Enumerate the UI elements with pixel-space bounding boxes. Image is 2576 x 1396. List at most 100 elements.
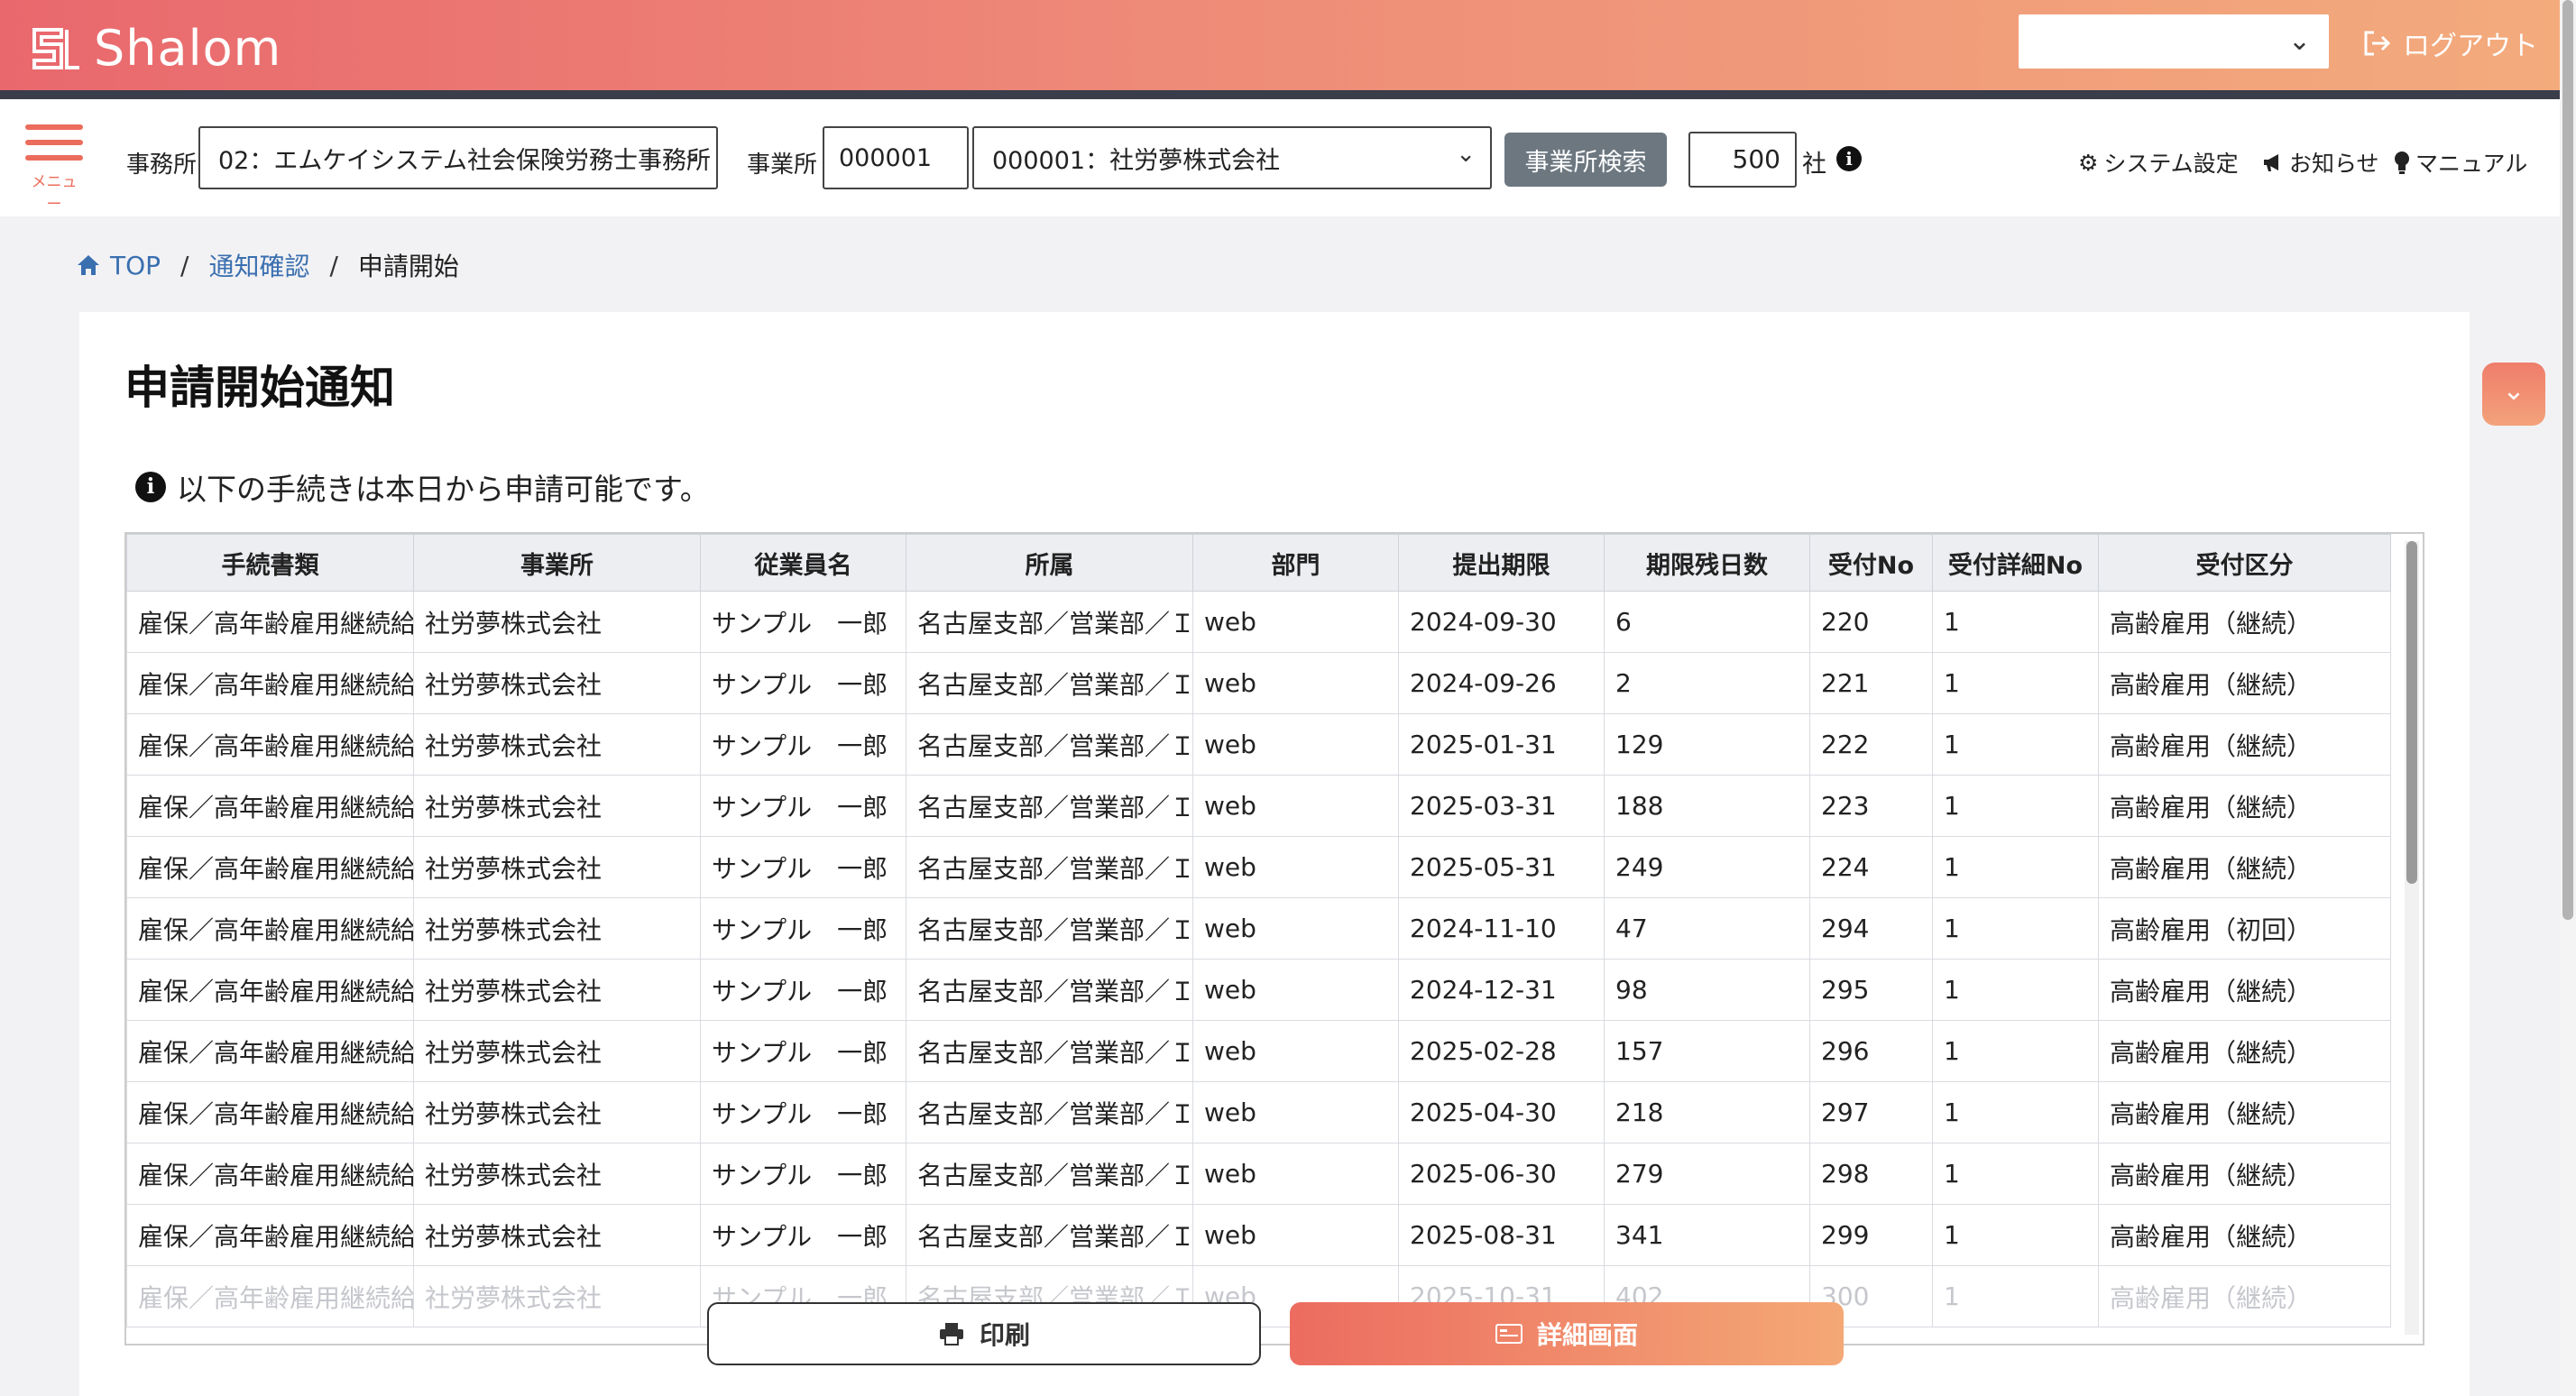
breadcrumb-top-label: TOP (110, 250, 161, 280)
column-header[interactable]: 部門 (1192, 534, 1399, 592)
table-cell: 社労夢株式会社 (413, 959, 701, 1021)
table-cell: 社労夢株式会社 (413, 591, 701, 653)
megaphone-icon (2264, 154, 2278, 171)
table-cell: 雇保／高年齢雇用継続給付 (126, 1265, 414, 1327)
table-cell: 雇保／高年齢雇用継続給付 (126, 591, 414, 653)
table-cell: 社労夢株式会社 (413, 652, 701, 714)
table-row[interactable]: 雇保／高年齢雇用継続給付 社労夢株式会社 サンプル 一郎 名古屋支部／営業部／Ｉ web… (126, 1204, 2391, 1266)
page-title: 申請開始通知 (124, 362, 395, 414)
info-icon: i (135, 472, 166, 502)
table-cell: 47 (1604, 897, 1810, 960)
table-row[interactable]: 雇保／高年齢雇用継続給付 社労夢株式会社 サンプル 一郎 名古屋支部／営業部／Ｉ web… (126, 959, 2391, 1021)
table-row[interactable]: 雇保／高年齢雇用継続給付 社労夢株式会社 サンプル 一郎 名古屋支部／営業部／Ｉ web… (126, 897, 2391, 960)
table-cell: 2025-03-31 (1398, 775, 1605, 837)
app-logo[interactable]: Shalom (31, 20, 281, 77)
hamburger-icon-bar (25, 140, 83, 145)
table-scrollbar[interactable] (2405, 541, 2419, 1335)
table-cell: 高齢雇用（継続） (2098, 652, 2391, 714)
table-cell: 2025-05-31 (1398, 836, 1605, 898)
table-cell: 高齢雇用（継続） (2098, 1020, 2391, 1082)
table-cell: 294 (1809, 897, 1933, 960)
table-cell: web (1192, 1143, 1399, 1205)
collapse-toggle-button[interactable]: ⌄ (2482, 363, 2545, 426)
site-select[interactable]: 000001：社労夢株式会社 ⌄ (972, 126, 1492, 189)
chevron-down-icon: ⌄ (682, 141, 702, 168)
company-count-input[interactable]: 500 (1688, 132, 1797, 188)
table-cell: 高齢雇用（継続） (2098, 1143, 2391, 1205)
table-cell: 高齢雇用（初回） (2098, 897, 2391, 960)
site-code-input[interactable]: 000001 (823, 126, 969, 189)
table-cell: web (1192, 959, 1399, 1021)
table-cell: 名古屋支部／営業部／Ｉ (906, 775, 1193, 837)
page-scrollbar-thumb[interactable] (2562, 0, 2573, 920)
print-button[interactable]: 印刷 (707, 1302, 1261, 1365)
hamburger-icon (25, 124, 83, 130)
table-row[interactable]: 雇保／高年齢雇用継続給付 社労夢株式会社 サンプル 一郎 名古屋支部／営業部／Ｉ web… (126, 713, 2391, 776)
table-cell: 名古屋支部／営業部／Ｉ (906, 713, 1193, 776)
table-cell: 名古屋支部／営業部／Ｉ (906, 1143, 1193, 1205)
office-select-value: 02：エムケイシステム社会保険労務士事務所 (218, 146, 712, 175)
table-cell: 名古屋支部／営業部／Ｉ (906, 836, 1193, 898)
table-cell: 名古屋支部／営業部／Ｉ (906, 591, 1193, 653)
column-header[interactable]: 受付No (1809, 534, 1933, 592)
table-cell: サンプル 一郎 (700, 836, 906, 898)
column-header[interactable]: 所属 (906, 534, 1193, 592)
column-header[interactable]: 従業員名 (700, 534, 906, 592)
logout-label: ログアウト (2403, 31, 2538, 62)
column-header[interactable]: 期限残日数 (1604, 534, 1810, 592)
table-cell: 雇保／高年齢雇用継続給付 (126, 652, 414, 714)
table-cell: 雇保／高年齢雇用継続給付 (126, 959, 414, 1021)
detail-button[interactable]: 詳細画面 (1290, 1302, 1844, 1365)
column-header[interactable]: 受付区分 (2098, 534, 2391, 592)
manual-link[interactable]: マニュアル (2394, 146, 2527, 179)
table-cell: 1 (1932, 1204, 2099, 1266)
table-cell: 社労夢株式会社 (413, 1204, 701, 1266)
menu-button[interactable]: メニュー (25, 124, 83, 214)
breadcrumb-notice-confirm[interactable]: 通知確認 (208, 247, 309, 283)
table-row[interactable]: 雇保／高年齢雇用継続給付 社労夢株式会社 サンプル 一郎 名古屋支部／営業部／Ｉ web… (126, 652, 2391, 714)
site-search-button[interactable]: 事業所検索 (1504, 133, 1667, 187)
logout-button[interactable]: ログアウト (2361, 23, 2538, 63)
table-row[interactable]: 雇保／高年齢雇用継続給付 社労夢株式会社 サンプル 一郎 名古屋支部／営業部／Ｉ web… (126, 591, 2391, 653)
table-cell: 社労夢株式会社 (413, 1081, 701, 1143)
column-header[interactable]: 手続書類 (126, 534, 414, 592)
header-divider (0, 90, 2560, 99)
table-cell: 129 (1604, 713, 1810, 776)
table-cell: web (1192, 652, 1399, 714)
breadcrumb: TOP / 通知確認 / 申請開始 (76, 247, 459, 283)
gear-icon: ⚙ (2078, 149, 2099, 176)
column-header[interactable]: 提出期限 (1398, 534, 1605, 592)
table-cell: 1 (1932, 713, 2099, 776)
info-icon[interactable]: i (1836, 146, 1862, 171)
table-cell: 1 (1932, 1081, 2099, 1143)
table-cell: 雇保／高年齢雇用継続給付 (126, 1204, 414, 1266)
table-cell: 1 (1932, 897, 2099, 960)
top-select[interactable]: ⌄ (2019, 14, 2329, 69)
logo-icon (32, 27, 79, 69)
table-scrollbar-thumb[interactable] (2406, 541, 2417, 884)
page-scrollbar[interactable] (2560, 0, 2576, 1396)
breadcrumb-current: 申請開始 (357, 252, 459, 281)
notices-link[interactable]: お知らせ (2262, 146, 2379, 179)
table-row[interactable]: 雇保／高年齢雇用継続給付 社労夢株式会社 サンプル 一郎 名古屋支部／営業部／Ｉ web… (126, 775, 2391, 837)
table-cell: 223 (1809, 775, 1933, 837)
table-body: 雇保／高年齢雇用継続給付 社労夢株式会社 サンプル 一郎 名古屋支部／営業部／Ｉ web… (126, 591, 2391, 1327)
table-cell: 高齢雇用（継続） (2098, 1265, 2391, 1327)
table-row[interactable]: 雇保／高年齢雇用継続給付 社労夢株式会社 サンプル 一郎 名古屋支部／営業部／Ｉ web… (126, 1143, 2391, 1205)
table-row[interactable]: 雇保／高年齢雇用継続給付 社労夢株式会社 サンプル 一郎 名古屋支部／営業部／Ｉ web… (126, 1020, 2391, 1082)
table-cell: 1 (1932, 775, 2099, 837)
system-settings-link[interactable]: ⚙ システム設定 (2078, 146, 2239, 179)
table-row[interactable]: 雇保／高年齢雇用継続給付 社労夢株式会社 サンプル 一郎 名古屋支部／営業部／Ｉ web… (126, 836, 2391, 898)
column-header[interactable]: 事業所 (413, 534, 701, 592)
table-cell: web (1192, 1020, 1399, 1082)
table-cell: 299 (1809, 1204, 1933, 1266)
table-cell: 218 (1604, 1081, 1810, 1143)
table-cell: 社労夢株式会社 (413, 1265, 701, 1327)
office-select[interactable]: 02：エムケイシステム社会保険労務士事務所 ⌄ (198, 126, 718, 189)
table-cell: 1 (1932, 1020, 2099, 1082)
table-row[interactable]: 雇保／高年齢雇用継続給付 社労夢株式会社 サンプル 一郎 名古屋支部／営業部／Ｉ web… (126, 1081, 2391, 1143)
breadcrumb-top[interactable]: TOP (76, 251, 161, 280)
column-header[interactable]: 受付詳細No (1932, 534, 2099, 592)
table-header-row: 手続書類 事業所 従業員名 所属 部門 提出期限 期限残日数 受付No 受付詳細… (126, 534, 2391, 592)
table-cell: 名古屋支部／営業部／Ｉ (906, 959, 1193, 1021)
